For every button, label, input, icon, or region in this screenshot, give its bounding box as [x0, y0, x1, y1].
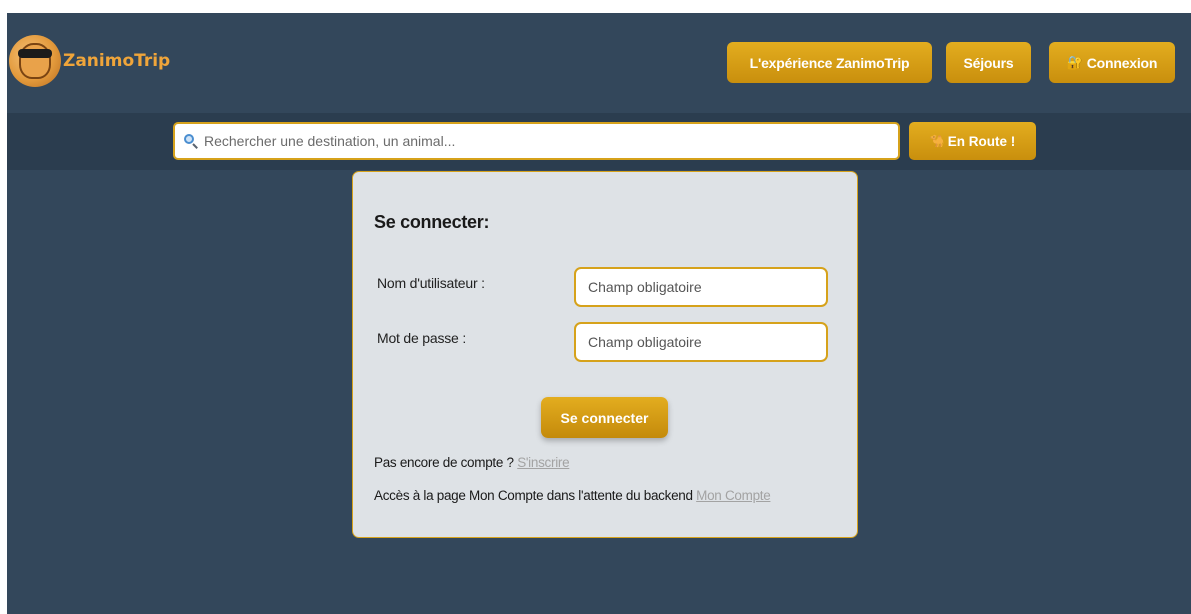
username-field[interactable]	[574, 267, 828, 307]
login-title: Se connecter:	[374, 212, 490, 232]
camel-icon: 🐪	[929, 134, 945, 148]
username-label: Nom d'utilisateur :	[377, 275, 485, 291]
register-link[interactable]: S'inscrire	[517, 455, 569, 470]
password-field[interactable]	[574, 322, 828, 362]
brand-name: ZanimoTrip	[63, 51, 171, 71]
login-card: Se connecter: Nom d'utilisateur : Mot de…	[352, 171, 858, 538]
search-field-wrapper[interactable]	[173, 122, 900, 160]
register-line: Pas encore de compte ? S'inscrire	[374, 455, 570, 470]
my-account-link[interactable]: Mon Compte	[696, 488, 771, 503]
page: ZanimoTrip L'expérience ZanimoTrip Séjou…	[7, 13, 1191, 614]
nav-experience-button[interactable]: L'expérience ZanimoTrip	[727, 42, 932, 83]
brand-logo-link[interactable]: ZanimoTrip	[9, 35, 170, 87]
password-label: Mot de passe :	[377, 330, 467, 346]
nav-sejours-button[interactable]: Séjours	[946, 42, 1031, 83]
lock-key-icon: 🔐	[1066, 54, 1083, 70]
search-icon	[184, 134, 198, 149]
account-line: Accès à la page Mon Compte dans l'attent…	[374, 488, 771, 503]
login-submit-button[interactable]: Se connecter	[541, 397, 668, 438]
en-route-button[interactable]: 🐪 En Route !	[909, 122, 1036, 160]
search-bar: 🐪 En Route !	[7, 113, 1191, 170]
search-input[interactable]	[204, 124, 898, 158]
nav-login-button[interactable]: 🔐 Connexion	[1049, 42, 1175, 83]
header: ZanimoTrip L'expérience ZanimoTrip Séjou…	[7, 13, 1191, 113]
camel-logo-icon	[9, 35, 61, 87]
